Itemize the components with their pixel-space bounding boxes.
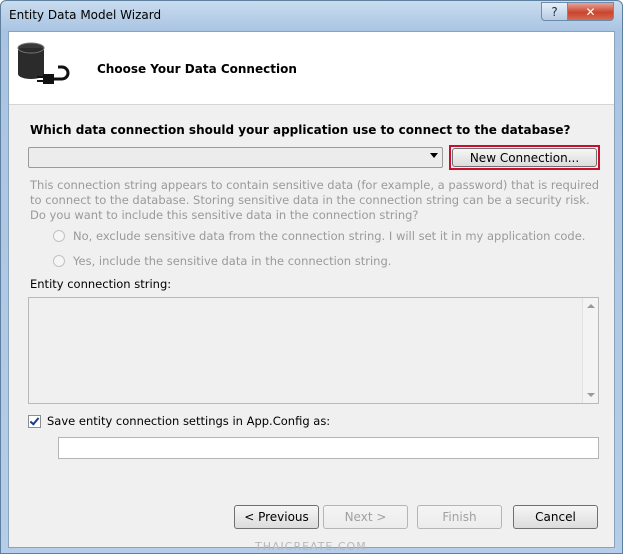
- wizard-client-area: Choose Your Data Connection Which data c…: [8, 31, 615, 553]
- close-icon: ✕: [585, 4, 596, 19]
- entity-connection-textarea[interactable]: [28, 297, 599, 404]
- next-button[interactable]: Next >: [323, 505, 408, 529]
- new-connection-button[interactable]: New Connection...: [452, 148, 597, 167]
- wizard-header: Choose Your Data Connection: [9, 32, 614, 105]
- wizard-window: Entity Data Model Wizard ? ✕ Choose Your…: [0, 0, 623, 554]
- cancel-button[interactable]: Cancel: [513, 505, 598, 529]
- finish-label: Finish: [442, 510, 477, 524]
- radio-circle[interactable]: [53, 230, 65, 242]
- vertical-scrollbar[interactable]: [582, 298, 598, 403]
- cancel-label: Cancel: [535, 510, 576, 524]
- watermark-text: THAICREATE.COM: [255, 540, 367, 553]
- radio-circle[interactable]: [53, 255, 65, 267]
- checkmark-icon: [29, 414, 40, 426]
- previous-button[interactable]: < Previous: [234, 505, 319, 529]
- title-bar[interactable]: Entity Data Model Wizard ? ✕: [1, 1, 622, 31]
- scroll-down-icon[interactable]: [587, 393, 595, 397]
- scroll-up-icon[interactable]: [587, 304, 595, 308]
- radio-include-sensitive[interactable]: Yes, include the sensitive data in the c…: [53, 254, 391, 268]
- connection-question: Which data connection should your applic…: [30, 123, 571, 137]
- finish-button[interactable]: Finish: [417, 505, 502, 529]
- previous-label: < Previous: [244, 510, 309, 524]
- radio-exclude-label: No, exclude sensitive data from the conn…: [73, 229, 586, 243]
- save-config-label: Save entity connection settings in App.C…: [47, 414, 331, 428]
- app-config-name-input[interactable]: [58, 437, 599, 459]
- entity-connection-label: Entity connection string:: [30, 277, 172, 291]
- chevron-down-icon[interactable]: [430, 153, 438, 158]
- help-button[interactable]: ?: [541, 2, 568, 21]
- next-label: Next >: [344, 510, 387, 524]
- sensitive-data-info: This connection string appears to contai…: [30, 178, 600, 222]
- database-plug-icon: [17, 42, 70, 84]
- window-title: Entity Data Model Wizard: [9, 8, 162, 22]
- save-config-checkbox[interactable]: [28, 414, 41, 428]
- save-config-checkbox-row[interactable]: Save entity connection settings in App.C…: [28, 414, 330, 428]
- connection-select[interactable]: [28, 147, 443, 168]
- page-title: Choose Your Data Connection: [97, 62, 297, 76]
- close-button[interactable]: ✕: [567, 2, 614, 21]
- radio-exclude-sensitive[interactable]: No, exclude sensitive data from the conn…: [53, 229, 585, 243]
- radio-include-label: Yes, include the sensitive data in the c…: [73, 254, 392, 268]
- new-connection-label: New Connection...: [469, 150, 580, 165]
- help-icon: ?: [551, 4, 558, 19]
